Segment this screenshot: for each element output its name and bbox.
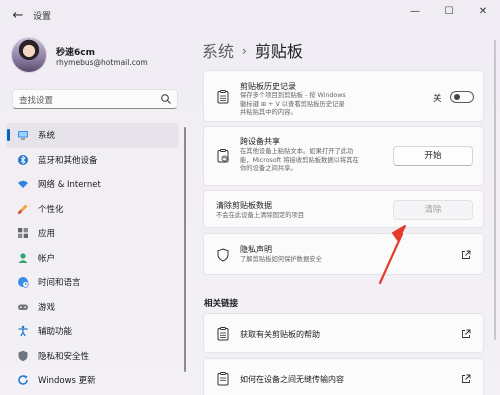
window-title: 设置 <box>33 12 52 22</box>
sidebar-item-label: 时间和语言 <box>38 278 81 289</box>
breadcrumb: 系统 › 剪贴板 <box>202 38 303 62</box>
related-link-transfer[interactable]: 如何在设备之间无缝传输内容 <box>203 358 484 395</box>
sidebar-item-label: 辅助功能 <box>38 327 73 338</box>
desc-line: 并粘贴其中的内容。 <box>240 109 297 116</box>
cross-device-card: 跨设备共享 在其他设备上粘贴文本。如果打开了此功 能，Microsoft 将接收… <box>203 126 484 186</box>
desc-line: 保存多个项目到剪贴板 - 按 Windows <box>240 92 346 99</box>
minimize-icon[interactable]: — <box>398 0 432 24</box>
sidebar-item-label: 蓝牙和其他设备 <box>38 155 98 166</box>
sidebar-item-label: 帐户 <box>38 253 56 264</box>
sidebar-item-label: 个性化 <box>38 204 64 215</box>
external-link-icon[interactable] <box>461 374 471 384</box>
search-input[interactable]: 查找设置 <box>12 89 178 109</box>
accessibility-icon <box>18 325 28 337</box>
clipboard-history-toggle-label: 关 <box>433 94 442 104</box>
window-controls: — ☐ ✕ <box>398 0 500 24</box>
sidebar-item-label: 系统 <box>38 131 56 142</box>
main-scrollbar[interactable] <box>494 40 496 340</box>
desc-line: 能，Microsoft 将接收剪贴板数据以将其在 <box>240 156 359 164</box>
sidebar-item-bluetooth[interactable]: 蓝牙和其他设备 <box>6 148 179 173</box>
desc-line: 徽标键 ⊞ + V 以查看剪贴板历史记录 <box>240 100 345 108</box>
related-links-heading: 相关链接 <box>204 299 239 309</box>
cross-device-desc: 在其他设备上粘贴文本。如果打开了此功 能，Microsoft 将接收剪贴板数据以… <box>240 148 359 174</box>
sidebar-item-privacy-security[interactable]: 隐私和安全性 <box>6 344 179 369</box>
title-bar: ← 设置 — ☐ ✕ <box>0 0 500 32</box>
bluetooth-icon <box>18 154 28 165</box>
clipboard-history-toggle[interactable] <box>450 91 474 103</box>
related-link-help[interactable]: 获取有关剪贴板的帮助 <box>203 313 484 353</box>
start-button[interactable]: 开始 <box>393 146 473 166</box>
sidebar-item-personalization[interactable]: 个性化 <box>6 197 179 222</box>
page-title: 剪贴板 <box>254 42 303 61</box>
close-icon[interactable]: ✕ <box>466 0 500 24</box>
clipboard-list-icon <box>217 372 229 386</box>
maximize-icon[interactable]: ☐ <box>432 0 466 24</box>
clipboard-list-icon <box>217 327 229 341</box>
sidebar-scrollbar[interactable] <box>184 127 186 372</box>
clipboard-sync-icon <box>217 149 229 163</box>
privacy-title: 隐私声明 <box>240 245 272 254</box>
search-placeholder: 查找设置 <box>19 96 54 106</box>
sidebar-item-network[interactable]: 网络 & Internet <box>6 172 179 197</box>
brush-icon <box>18 204 28 214</box>
clear-data-desc: 不会在此设备上清除固定的项目 <box>216 212 305 219</box>
globe-clock-icon <box>18 277 29 288</box>
clipboard-list-icon <box>217 90 229 104</box>
shield-outline-icon <box>217 248 229 262</box>
shield-icon <box>18 350 28 361</box>
settings-window: ← 设置 — ☐ ✕ 秒速6cm rhymebus@hotmail.com 查找… <box>0 0 500 395</box>
sidebar-item-time-language[interactable]: 时间和语言 <box>6 270 179 295</box>
monitor-icon <box>18 131 28 140</box>
search-icon[interactable] <box>160 93 172 105</box>
gamepad-icon <box>18 304 28 310</box>
clear-data-title: 清除剪贴板数据 <box>216 201 272 210</box>
sidebar-item-label: Windows 更新 <box>38 376 96 387</box>
related-link-label: 如何在设备之间无缝传输内容 <box>240 375 344 384</box>
clipboard-history-card: 剪贴板历史记录 保存多个项目到剪贴板 - 按 Windows 徽标键 ⊞ + V… <box>203 70 484 122</box>
sidebar-item-system[interactable]: 系统 <box>6 123 179 148</box>
desc-line: 在其他设备上粘贴文本。如果打开了此功 <box>240 148 354 155</box>
desc-line: 你的设备之间共享。 <box>240 165 297 172</box>
sidebar-item-label: 网络 & Internet <box>38 180 101 191</box>
privacy-card[interactable]: 隐私声明 了解剪贴板如何保护数据安全 <box>203 233 484 275</box>
sidebar-item-apps[interactable]: 应用 <box>6 221 179 246</box>
back-arrow-icon[interactable]: ← <box>8 6 28 26</box>
sidebar-nav: 系统 蓝牙和其他设备 网络 & Internet 个性化 应用 帐户 时间和语言… <box>6 123 179 393</box>
avatar[interactable] <box>11 37 47 73</box>
sidebar-item-label: 游戏 <box>38 302 56 313</box>
sidebar: 秒速6cm rhymebus@hotmail.com 查找设置 系统 蓝牙和其他… <box>0 32 190 395</box>
toggle-knob <box>454 94 460 100</box>
apps-icon <box>18 228 28 239</box>
sidebar-item-gaming[interactable]: 游戏 <box>6 295 179 320</box>
account-icon <box>18 253 28 263</box>
clipboard-history-desc: 保存多个项目到剪贴板 - 按 Windows 徽标键 ⊞ + V 以查看剪贴板历… <box>240 92 346 118</box>
clear-data-card: 清除剪贴板数据 不会在此设备上清除固定的项目 清除 <box>203 190 484 228</box>
breadcrumb-separator: › <box>242 44 247 58</box>
privacy-desc: 了解剪贴板如何保护数据安全 <box>240 256 322 263</box>
external-link-icon[interactable] <box>461 250 471 260</box>
sidebar-item-windows-update[interactable]: Windows 更新 <box>6 368 179 393</box>
breadcrumb-parent[interactable]: 系统 <box>202 42 234 61</box>
external-link-icon[interactable] <box>461 329 471 339</box>
sidebar-item-label: 应用 <box>38 229 56 240</box>
update-icon <box>18 375 28 386</box>
related-link-label: 获取有关剪贴板的帮助 <box>240 330 320 339</box>
clear-button[interactable]: 清除 <box>393 200 473 220</box>
cross-device-title: 跨设备共享 <box>240 137 280 146</box>
sidebar-item-accessibility[interactable]: 辅助功能 <box>6 319 179 344</box>
wifi-icon <box>18 181 28 189</box>
sidebar-item-label: 隐私和安全性 <box>38 351 90 362</box>
sidebar-item-accounts[interactable]: 帐户 <box>6 246 179 271</box>
user-name: 秒速6cm <box>56 48 95 58</box>
clipboard-history-title: 剪贴板历史记录 <box>240 82 296 91</box>
user-email: rhymebus@hotmail.com <box>56 58 148 67</box>
